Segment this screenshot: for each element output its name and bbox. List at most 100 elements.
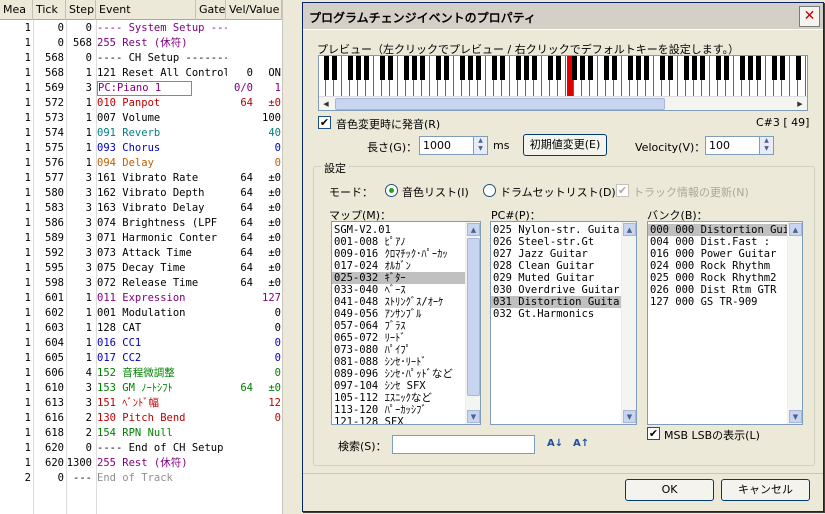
map-item[interactable]: 057-064 ﾌﾞﾗｽ [332, 320, 480, 332]
scroll-up-icon[interactable]: ▲ [789, 223, 802, 236]
track-info-update-label[interactable]: トラック情報の更新(N) [633, 184, 749, 200]
table-row[interactable]: 1 577 3 161 Vibrato Rate 64 ±0 [0, 171, 300, 186]
scroll-down-icon[interactable]: ▼ [467, 410, 480, 423]
spin-down-icon[interactable]: ▼ [474, 145, 487, 153]
table-row[interactable]: 1 618 2 154 RPN Null [0, 426, 300, 441]
map-scrollbar[interactable]: ▲ ▼ [465, 222, 480, 424]
reset-default-button[interactable]: 初期値変更(E) [523, 134, 607, 156]
black-key[interactable] [468, 56, 473, 80]
table-row[interactable]: 1 0 0 ---- System Setup ---------- [0, 21, 300, 36]
table-row[interactable]: 1 620 0 ---- End of CH Setup ------ [0, 441, 300, 456]
black-key[interactable] [420, 56, 425, 80]
black-key[interactable] [516, 56, 521, 80]
map-item[interactable]: 033-040 ﾍﾞｰｽ [332, 284, 480, 296]
black-key[interactable] [412, 56, 417, 80]
table-row[interactable]: 1 616 2 130 Pitch Bend 0 [0, 411, 300, 426]
table-row[interactable]: 1 592 3 073 Attack Time 64 ±0 [0, 246, 300, 261]
pc-scrollbar[interactable]: ▲ ▼ [621, 222, 636, 424]
black-key[interactable] [332, 56, 337, 80]
black-key[interactable] [612, 56, 617, 80]
sound-on-change-checkbox[interactable]: ✔ [318, 116, 331, 129]
table-row[interactable]: 1 583 3 163 Vibrato Delay 64 ±0 [0, 201, 300, 216]
pc-item[interactable]: 028 Clean Guitar [491, 260, 636, 272]
pc-item[interactable]: 031 Distortion Guitar [491, 296, 636, 308]
spin-down-icon[interactable]: ▼ [760, 145, 773, 153]
scroll-down-icon[interactable]: ▼ [789, 410, 802, 423]
col-header-tick[interactable]: Tick [33, 0, 66, 20]
table-row[interactable]: 1 598 3 072 Release Time 64 ±0 [0, 276, 300, 291]
black-key[interactable] [588, 56, 593, 80]
map-item[interactable]: SGM-V2.01 [332, 224, 480, 236]
table-row[interactable]: 1 602 1 001 Modulation 0 [0, 306, 300, 321]
mode-tone-list-radio[interactable] [385, 184, 398, 197]
table-row[interactable]: 1 605 1 017 CC2 0 [0, 351, 300, 366]
map-item[interactable]: 009-016 ｸﾛﾏﾁｯｸ･ﾊﾟｰｶｯ [332, 248, 480, 260]
table-row[interactable]: 1 604 1 016 CC1 0 [0, 336, 300, 351]
pc-item[interactable]: 029 Muted Guitar [491, 272, 636, 284]
black-key[interactable] [356, 56, 361, 80]
dialog-titlebar[interactable]: プログラムチェンジイベントのプロパティ ✕ [303, 3, 823, 30]
black-key[interactable] [780, 56, 785, 80]
black-key[interactable] [324, 56, 329, 80]
map-item[interactable]: 105-112 ｴｽﾆｯｸなど [332, 392, 480, 404]
velocity-spinner[interactable]: ▲ ▼ [759, 136, 774, 155]
map-item[interactable]: 113-120 ﾊﾟｰｶｯｼﾌﾞ [332, 404, 480, 416]
preview-keyboard[interactable]: ◀ ▶ [318, 55, 808, 111]
search-next-icon[interactable]: A↑ [573, 436, 591, 452]
table-row[interactable]: 1 595 3 075 Decay Time 64 ±0 [0, 261, 300, 276]
mode-tone-list-label[interactable]: 音色リスト(I) [402, 184, 469, 200]
map-item[interactable]: 097-104 ｼﾝｾ SFX [332, 380, 480, 392]
msb-lsb-checkbox[interactable]: ✔ [647, 427, 660, 440]
pc-item[interactable]: 026 Steel-str.Gt [491, 236, 636, 248]
col-header-gate[interactable]: Gate [196, 0, 226, 20]
black-key[interactable] [772, 56, 777, 80]
table-row[interactable]: 1 580 3 162 Vibrato Depth 64 ±0 [0, 186, 300, 201]
table-row[interactable]: 1 586 3 074 Brightness (LPF 64 ±0 [0, 216, 300, 231]
black-key[interactable] [492, 56, 497, 80]
black-key[interactable] [580, 56, 585, 80]
map-item[interactable]: 065-072 ﾘｰﾄﾞ [332, 332, 480, 344]
bank-item[interactable]: 016 000 Power Guitar [648, 248, 802, 260]
mode-drum-list-label[interactable]: ドラムセットリスト(D) [500, 184, 616, 200]
table-row[interactable]: 1 603 1 128 CAT 0 [0, 321, 300, 336]
spin-up-icon[interactable]: ▲ [474, 137, 487, 145]
map-item[interactable]: 001-008 ﾋﾟｱﾉ [332, 236, 480, 248]
map-item[interactable]: 049-056 ｱﾝｻﾝﾌﾞﾙ [332, 308, 480, 320]
table-row[interactable]: 1 0 568 255 Rest (休符) [0, 36, 300, 51]
black-key[interactable] [572, 56, 577, 80]
event-list[interactable]: Mea Tick Step Event Gate Vel/Value 1 0 0 --… [0, 0, 300, 514]
black-key[interactable] [724, 56, 729, 80]
track-info-update-checkbox[interactable]: ✔ [616, 184, 629, 197]
black-key[interactable] [556, 56, 561, 80]
col-header-mea[interactable]: Mea [0, 0, 33, 20]
table-row[interactable]: 1 575 1 093 Chorus 0 [0, 141, 300, 156]
close-button[interactable]: ✕ [799, 6, 820, 27]
table-row[interactable]: 1 568 0 ---- CH Setup ------------- [0, 51, 300, 66]
velocity-field[interactable]: 100 [705, 136, 760, 155]
black-key[interactable] [644, 56, 649, 80]
table-row[interactable]: 1 620 1300 255 Rest (休符) [0, 456, 300, 471]
table-row[interactable]: 2 0 --- End of Track [0, 471, 300, 486]
black-key[interactable] [660, 56, 665, 80]
pc-item[interactable]: 032 Gt.Harmonics [491, 308, 636, 320]
event-list-scrollbar[interactable] [282, 0, 300, 514]
black-key[interactable] [636, 56, 641, 80]
bank-item[interactable]: 026 000 Dist Rtm GTR [648, 284, 802, 296]
msb-lsb-label[interactable]: MSB LSBの表示(L) [664, 427, 760, 443]
scroll-left-icon[interactable]: ◀ [320, 98, 332, 110]
black-key[interactable] [524, 56, 529, 80]
black-key[interactable] [740, 56, 745, 80]
black-key[interactable] [548, 56, 553, 80]
scroll-down-icon[interactable]: ▼ [623, 410, 636, 423]
pc-item[interactable]: 030 Overdrive Guitar [491, 284, 636, 296]
bank-item[interactable]: 127 000 GS TR-909 [648, 296, 802, 308]
bank-scrollbar[interactable]: ▲ ▼ [787, 222, 802, 424]
spin-up-icon[interactable]: ▲ [760, 137, 773, 145]
table-row[interactable]: 1 569 3 PC:Piano 1 0/0 1 [0, 81, 300, 96]
black-key[interactable] [404, 56, 409, 80]
bank-item[interactable]: 004 000 Dist.Fast : [648, 236, 802, 248]
bank-item[interactable]: 025 000 Rock Rhythm2 [648, 272, 802, 284]
table-row[interactable]: 1 568 1 121 Reset All Control 0 ON [0, 66, 300, 81]
black-key[interactable] [748, 56, 753, 80]
black-key[interactable] [796, 56, 801, 80]
